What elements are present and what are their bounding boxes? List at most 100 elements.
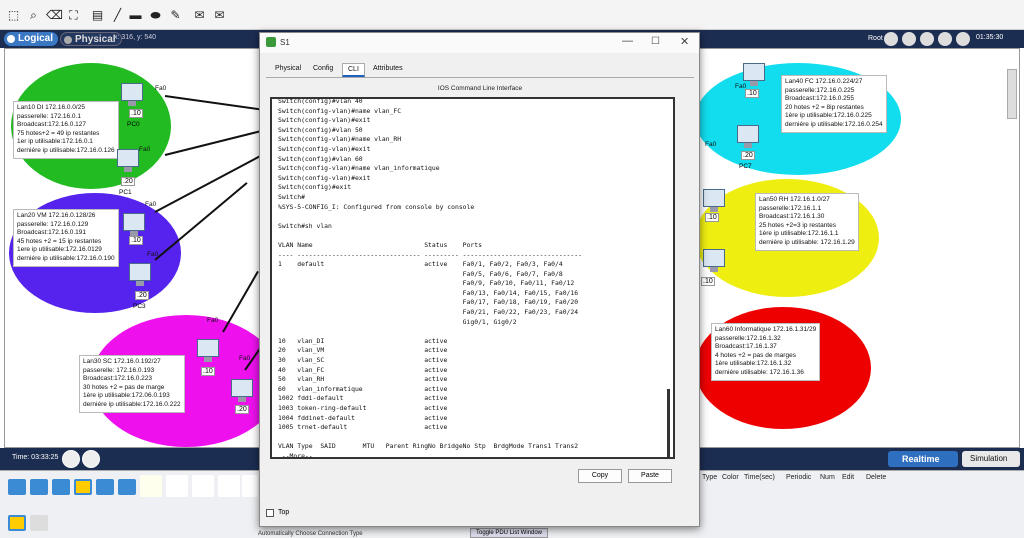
fast-forward-icon[interactable]	[82, 450, 100, 468]
tab-attributes[interactable]: Attributes	[368, 63, 408, 74]
maximize-icon[interactable]: ☐	[651, 36, 660, 47]
port-label: Fa0	[145, 201, 157, 208]
misc-icon[interactable]	[96, 479, 114, 495]
straight-through-icon[interactable]	[192, 475, 214, 497]
pc-icon[interactable]	[129, 263, 151, 286]
pc-ip-label: .10	[701, 277, 715, 286]
cli-terminal[interactable]: Switch(config)#vlan 40 Switch(config-vla…	[270, 97, 675, 459]
pc-icon[interactable]	[743, 63, 765, 86]
terminal-output: Switch(config)#vlan 40 Switch(config-vla…	[278, 97, 582, 459]
dialog-title: S1	[280, 38, 290, 47]
draw-line-icon[interactable]: ╱	[110, 8, 125, 22]
pc-name: PC0	[127, 121, 140, 128]
cable-type-icon[interactable]	[30, 515, 48, 531]
tab-config[interactable]: Config	[308, 63, 338, 74]
pc-ip-label: .10	[745, 89, 759, 98]
copy-button[interactable]: Copy	[578, 469, 622, 483]
pc-icon[interactable]	[123, 213, 145, 236]
logical-tab[interactable]: Logical	[4, 32, 59, 46]
fiber-icon[interactable]	[242, 475, 258, 497]
background-icon[interactable]	[938, 32, 952, 46]
pc-icon[interactable]	[703, 249, 725, 272]
lan30-note[interactable]: Lan30 SC 172.16.0.192/27 passerelle: 172…	[79, 355, 185, 413]
select-icon[interactable]: ⬚	[6, 8, 21, 22]
crossover-icon[interactable]	[218, 475, 240, 497]
complex-pdu-icon[interactable]: ✉	[212, 8, 227, 22]
top-checkbox[interactable]	[266, 509, 274, 517]
main-toolbar: ⬚ ⌕ ⌫ ⛶ ▤ ╱ ▬ ⬬ ✎ ✉ ✉	[0, 0, 1024, 30]
port-label: Fa0	[705, 141, 717, 148]
lan10-note[interactable]: Lan10 DI 172.16.0.0/25 passerelle: 172.1…	[13, 101, 119, 159]
event-time-header: Time(sec)	[744, 474, 775, 481]
auto-cable-icon[interactable]	[8, 515, 26, 531]
lan40-note[interactable]: Lan40 FC 172.16.0.224/27 passerelle:172.…	[781, 75, 887, 133]
simple-pdu-icon[interactable]: ✉	[192, 8, 207, 22]
power-cycle-icon[interactable]	[62, 450, 80, 468]
cluster-icon[interactable]	[902, 32, 916, 46]
port-label: Fa0	[139, 146, 151, 153]
event-color-header: Color	[722, 474, 739, 481]
resize-icon[interactable]: ⛶	[66, 8, 81, 22]
lan50-note[interactable]: Lan50 RH 172.16.1.0/27 passerelle:172.16…	[755, 193, 859, 251]
end-devices-icon[interactable]	[30, 479, 48, 495]
event-periodic-header: Periodic	[786, 474, 812, 481]
pc-icon[interactable]	[197, 339, 219, 362]
tab-divider	[266, 77, 694, 78]
move-icon[interactable]	[920, 32, 934, 46]
pc-ip-label: .20	[235, 405, 249, 414]
logical-icon	[7, 35, 15, 43]
clock: 01:35:30	[976, 34, 1004, 41]
pc-ip-label: .10	[705, 213, 719, 222]
tab-cli[interactable]: CLI	[342, 63, 365, 77]
sim-time: Time: 03:33:25	[12, 454, 59, 461]
pc-icon[interactable]	[117, 149, 139, 172]
event-num-header: Num	[820, 474, 835, 481]
ellipse-icon[interactable]: ⬬	[148, 8, 163, 22]
terminal-scrollbar[interactable]	[667, 389, 670, 457]
dialog-titlebar[interactable]: S1 — ☐ ✕	[260, 33, 699, 53]
workspace-scrollbar[interactable]	[1007, 69, 1017, 119]
close-icon[interactable]: ✕	[680, 35, 689, 48]
pc-icon[interactable]	[121, 83, 143, 106]
lan60-note[interactable]: Lan60 Informatique 172.16.1.31/29 passer…	[711, 323, 821, 381]
viewport-icon[interactable]	[956, 32, 970, 46]
simulation-button[interactable]: Simulation	[962, 451, 1020, 467]
back-icon[interactable]	[884, 32, 898, 46]
note-icon[interactable]: ▤	[90, 8, 105, 22]
link-cable[interactable]	[164, 127, 272, 156]
coordinates: x: 316, y: 540	[114, 34, 157, 41]
tab-physical[interactable]: Physical	[270, 63, 306, 74]
event-delete-header: Delete	[866, 474, 887, 481]
realtime-button[interactable]: Realtime	[888, 451, 958, 467]
connection-type-label: Automatically Choose Connection Type	[258, 531, 363, 537]
auto-connection-icon[interactable]	[140, 475, 162, 497]
delete-icon[interactable]: ⌫	[46, 8, 63, 22]
pc-name: PC3	[133, 303, 146, 310]
search-icon[interactable]: ⌕	[26, 8, 41, 22]
minimize-icon[interactable]: —	[622, 35, 633, 47]
pc-ip-label: .10	[129, 109, 143, 118]
toggle-pdu-list-button[interactable]: Toggle PDU List Window	[470, 528, 548, 538]
link-cable[interactable]	[222, 270, 259, 333]
pc-icon[interactable]	[231, 379, 253, 402]
rectangle-icon[interactable]: ▬	[128, 8, 143, 22]
event-edit-header: Edit	[842, 474, 855, 481]
components-icon[interactable]	[52, 479, 70, 495]
console-cable-icon[interactable]	[166, 475, 188, 497]
multiuser-icon[interactable]	[118, 479, 136, 495]
link-cable[interactable]	[164, 95, 275, 113]
pc-icon[interactable]	[737, 125, 759, 148]
pc-ip-label: .20	[741, 151, 755, 160]
top-label: Top	[278, 509, 290, 516]
port-label: Fa0	[147, 251, 159, 258]
freeform-icon[interactable]: ✎	[168, 8, 183, 22]
pc-ip-label: .20	[121, 177, 135, 186]
connections-icon[interactable]	[74, 479, 92, 495]
pc-icon[interactable]	[703, 189, 725, 212]
paste-button[interactable]: Paste	[628, 469, 672, 483]
lan20-note[interactable]: Lan20 VM 172.16.0.128/26 passerelle: 172…	[13, 209, 119, 267]
physical-tab[interactable]: Physical	[60, 32, 122, 46]
physical-icon	[64, 36, 72, 44]
network-devices-icon[interactable]	[8, 479, 26, 495]
pc-ip-label: .10	[129, 236, 143, 245]
